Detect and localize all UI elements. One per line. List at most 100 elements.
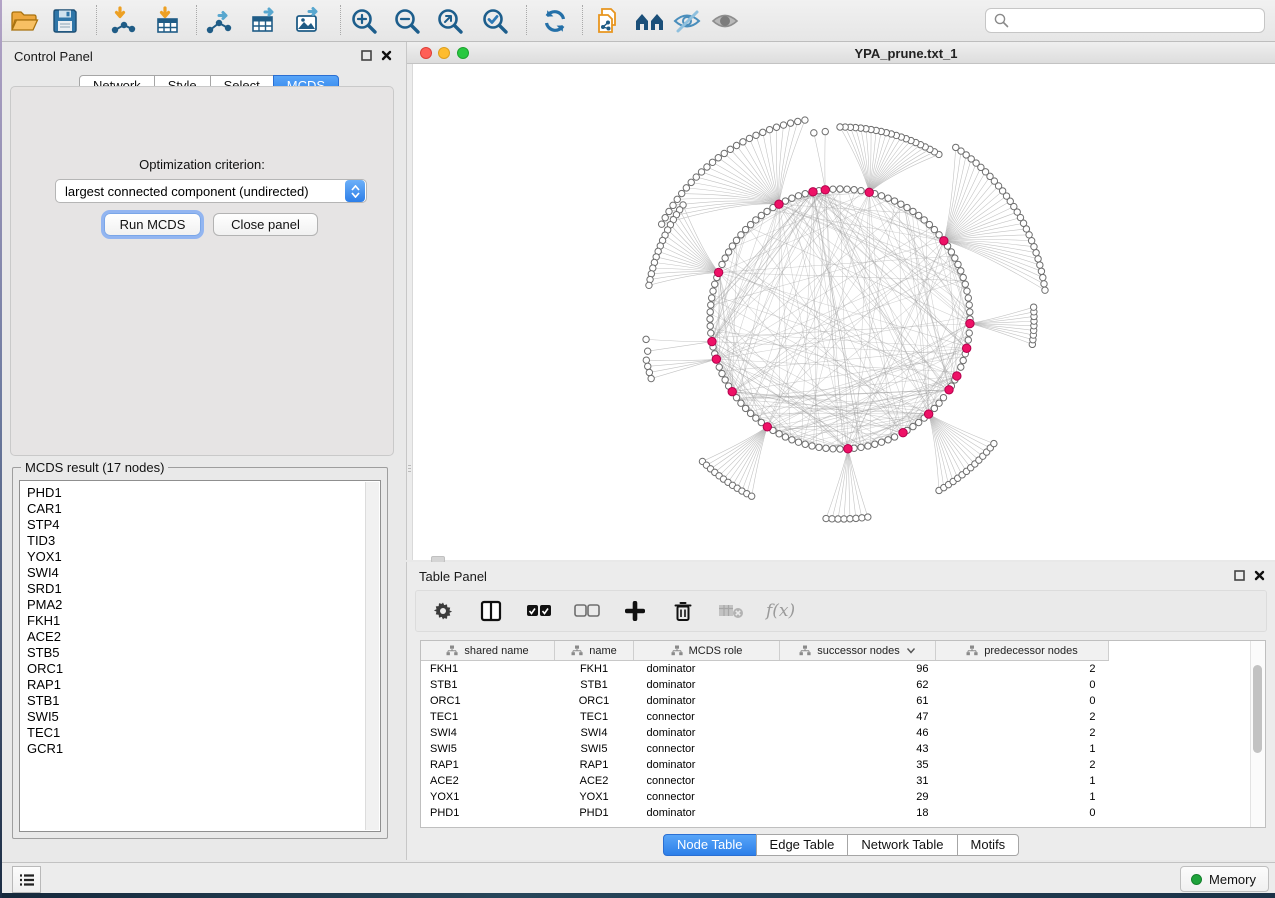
network-canvas[interactable] (407, 64, 1275, 560)
network-node[interactable] (967, 309, 973, 315)
table-cell[interactable]: 29 (780, 789, 936, 805)
network-node[interactable] (740, 139, 746, 145)
network-node[interactable] (733, 237, 739, 243)
network-node[interactable] (966, 302, 972, 308)
table-row[interactable]: ACE2ACE2connector311 (421, 773, 1109, 789)
mcds-result-item[interactable]: PHD1 (27, 485, 366, 501)
table-cell[interactable]: YOX1 (421, 789, 555, 805)
splitter-handle[interactable] (408, 465, 411, 474)
network-node[interactable] (787, 120, 793, 126)
mcds-result-item[interactable]: STB1 (27, 693, 366, 709)
mcds-list-scrollbar[interactable] (365, 482, 379, 830)
network-node[interactable] (841, 516, 847, 522)
network-node[interactable] (766, 126, 772, 132)
table-cell[interactable]: 62 (780, 677, 936, 693)
network-node[interactable] (953, 144, 959, 150)
table-cell[interactable]: 0 (936, 805, 1109, 821)
network-node[interactable] (719, 370, 725, 376)
network-node[interactable] (1038, 268, 1044, 274)
network-graph[interactable] (407, 64, 1275, 560)
table-cell[interactable]: 0 (936, 677, 1109, 693)
mcds-hub-node[interactable] (899, 429, 907, 437)
table-cell[interactable]: connector (634, 789, 780, 805)
mcds-hub-node[interactable] (844, 445, 852, 453)
network-node[interactable] (851, 187, 857, 193)
table-cell[interactable]: TEC1 (421, 709, 555, 725)
deselect-all-button[interactable] (574, 598, 600, 624)
network-node[interactable] (948, 249, 954, 255)
network-node[interactable] (729, 243, 735, 249)
tab-node-table[interactable]: Node Table (663, 834, 757, 856)
table-cell[interactable]: RAP1 (555, 757, 634, 773)
network-node[interactable] (758, 212, 764, 218)
tab-motifs[interactable]: Motifs (957, 834, 1020, 856)
network-node[interactable] (835, 516, 841, 522)
network-node[interactable] (958, 268, 964, 274)
table-row[interactable]: ORC1ORC1dominator610 (421, 693, 1109, 709)
mcds-result-item[interactable]: SRD1 (27, 581, 366, 597)
network-node[interactable] (643, 336, 649, 342)
network-node[interactable] (1040, 274, 1046, 280)
column-header[interactable]: successor nodes (780, 641, 936, 661)
table-cell[interactable]: SWI5 (555, 741, 634, 757)
network-node[interactable] (708, 330, 714, 336)
network-node[interactable] (698, 169, 704, 175)
network-node[interactable] (1042, 287, 1048, 293)
table-row[interactable]: FKH1FKH1dominator962 (421, 661, 1109, 678)
network-node[interactable] (837, 446, 843, 452)
mcds-hub-node[interactable] (809, 188, 817, 196)
open-file-button[interactable] (7, 4, 41, 37)
network-node[interactable] (733, 142, 739, 148)
table-cell[interactable]: dominator (634, 805, 780, 821)
table-cell[interactable]: connector (634, 773, 780, 789)
network-node[interactable] (991, 440, 997, 446)
mcds-hub-node[interactable] (966, 319, 974, 327)
network-node[interactable] (891, 434, 897, 440)
network-node[interactable] (823, 445, 829, 451)
table-cell[interactable]: 2 (936, 725, 1109, 741)
table-cell[interactable]: dominator (634, 725, 780, 741)
mcds-hub-node[interactable] (728, 387, 736, 395)
show-panels-button[interactable] (12, 866, 41, 893)
network-node[interactable] (955, 261, 961, 267)
network-node[interactable] (940, 394, 946, 400)
mcds-result-item[interactable]: FKH1 (27, 613, 366, 629)
network-node[interactable] (780, 122, 786, 128)
network-node[interactable] (865, 514, 871, 520)
network-node[interactable] (789, 195, 795, 201)
network-node[interactable] (858, 444, 864, 450)
network-node[interactable] (709, 295, 715, 301)
network-node[interactable] (847, 516, 853, 522)
network-node[interactable] (966, 330, 972, 336)
close-panel-button[interactable]: Close panel (213, 213, 318, 236)
table-row[interactable]: STB1STB1dominator620 (421, 677, 1109, 693)
table-row[interactable]: RAP1RAP1dominator352 (421, 757, 1109, 773)
network-node[interactable] (707, 316, 713, 322)
network-node[interactable] (960, 274, 966, 280)
search-field[interactable] (985, 8, 1265, 33)
network-node[interactable] (753, 132, 759, 138)
table-cell[interactable]: PHD1 (555, 805, 634, 821)
network-node[interactable] (926, 221, 932, 227)
network-node[interactable] (859, 515, 865, 521)
table-cell[interactable]: SWI4 (421, 725, 555, 741)
first-neighbors-button[interactable] (633, 4, 667, 37)
table-cell[interactable]: ACE2 (421, 773, 555, 789)
mcds-result-item[interactable]: STB5 (27, 645, 366, 661)
optimization-criterion-select[interactable]: largest connected component (undirected) (55, 179, 367, 203)
network-node[interactable] (782, 434, 788, 440)
network-node[interactable] (885, 437, 891, 443)
network-node[interactable] (646, 369, 652, 375)
network-node[interactable] (795, 439, 801, 445)
column-header[interactable]: name (555, 641, 634, 661)
network-node[interactable] (921, 217, 927, 223)
network-node[interactable] (683, 185, 689, 191)
mcds-hub-node[interactable] (953, 372, 961, 380)
network-node[interactable] (885, 195, 891, 201)
network-node[interactable] (742, 405, 748, 411)
table-cell[interactable]: dominator (634, 693, 780, 709)
mcds-result-item[interactable]: YOX1 (27, 549, 366, 565)
network-node[interactable] (662, 215, 668, 221)
memory-button[interactable]: Memory (1180, 866, 1269, 892)
network-node[interactable] (670, 202, 676, 208)
